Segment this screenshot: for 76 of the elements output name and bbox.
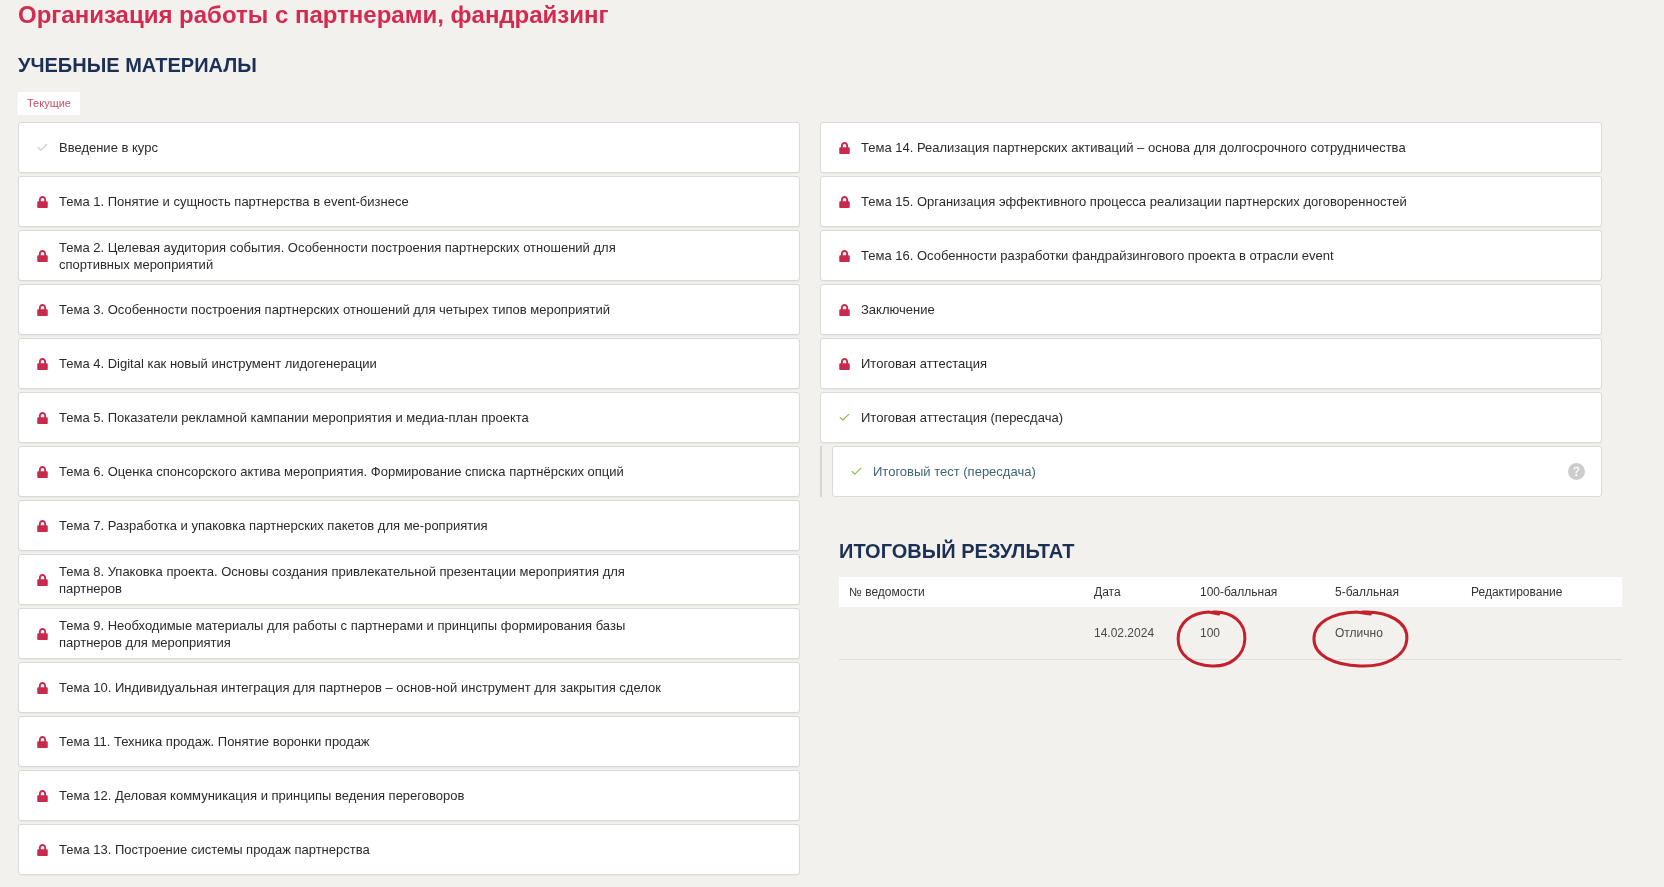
lock-icon (838, 141, 850, 154)
lesson-title: Тема 8. Упаковка проекта. Основы создания привлекательной презентации мероприятия для партнеров (59, 562, 626, 597)
lesson-title: Введение в курс (59, 139, 158, 156)
lesson-card[interactable]: Тема 9. Необходимые материалы для работы с партнерами и принципы формирования базы партнеров для мероприятия (18, 608, 800, 659)
lock-icon (36, 303, 48, 316)
date-cell: 14.02.2024 (1094, 626, 1155, 640)
lesson-card[interactable]: Тема 14. Реализация партнерских активаций – основа для долгосрочного сотрудничества (820, 122, 1602, 173)
lock-icon (36, 627, 48, 640)
lesson-title: Тема 7. Разработка и упаковка партнерских пакетов для ме-роприятия (59, 517, 488, 534)
lesson-card[interactable]: Тема 4. Digital как новый инструмент лидогенерации (18, 338, 800, 389)
lesson-card[interactable]: Тема 5. Показатели рекламной кампании мероприятия и медиа-план проекта (18, 392, 800, 443)
lesson-card[interactable]: Итоговая аттестация (пересдача) (820, 392, 1602, 443)
lesson-title: Итоговая аттестация (пересдача) (861, 409, 1063, 426)
lesson-title: Тема 3. Особенности построения партнерских отношений для четырех типов мероприятий (59, 301, 610, 318)
lesson-card[interactable]: Тема 3. Особенности построения партнерских отношений для четырех типов мероприятий (18, 284, 800, 335)
lock-icon (36, 735, 48, 748)
result-heading: ИТОГОВЫЙ РЕЗУЛЬТАТ (839, 539, 1075, 563)
lesson-title: Тема 11. Техника продаж. Понятие воронки продаж (59, 733, 370, 750)
lock-icon (838, 303, 850, 316)
grade-cell: Отлично (1335, 626, 1383, 640)
lock-icon (838, 357, 850, 370)
lesson-card[interactable]: Тема 13. Построение системы продаж партнерства (18, 824, 800, 875)
lesson-card[interactable]: Итоговая аттестация (820, 338, 1602, 389)
lock-icon (36, 843, 48, 856)
check-icon (35, 141, 49, 154)
lesson-card[interactable]: Тема 10. Индивидуальная интеграция для партнеров – основ-ной инструмент для закрытия сделок (18, 662, 800, 713)
lesson-card[interactable]: Тема 7. Разработка и упаковка партнерских пакетов для ме-роприятия (18, 500, 800, 551)
column-header: № ведомости (849, 584, 925, 600)
lock-icon (36, 519, 48, 532)
help-icon[interactable] (1568, 463, 1585, 480)
lesson-card[interactable]: Тема 11. Техника продаж. Понятие воронки продаж (18, 716, 800, 767)
lesson-title: Тема 13. Построение системы продаж партнерства (59, 841, 370, 858)
lesson-title: Тема 1. Понятие и сущность партнерства в event-бизнесе (59, 193, 409, 210)
column-header: Дата (1094, 584, 1121, 600)
lesson-card[interactable]: Тема 15. Организация эффективного процесса реализации партнерских договоренностей (820, 176, 1602, 227)
lesson-title: Тема 9. Необходимые материалы для работы с партнерами и принципы формирования базы партнеров для мероприятия (59, 616, 627, 651)
score-cell: 100 (1200, 626, 1221, 640)
lock-icon (36, 195, 48, 208)
test-card[interactable]: Итоговый тест (пересдача) (832, 446, 1602, 497)
lesson-title: Итоговая аттестация (861, 355, 987, 372)
column-header: Редактирование (1471, 584, 1563, 600)
lesson-title: Тема 14. Реализация партнерских активаций – основа для долгосрочного сотрудничества (861, 139, 1406, 156)
lesson-title: Тема 6. Оценка спонсорского актива мероприятия. Формирование списка партнёрских опций (59, 463, 624, 480)
test-title: Итоговый тест (пересдача) (873, 463, 1036, 480)
lesson-card[interactable]: Тема 8. Упаковка проекта. Основы создания привлекательной презентации мероприятия для партнеров (18, 554, 800, 605)
lesson-card[interactable]: Тема 1. Понятие и сущность партнерства в event-бизнесе (18, 176, 800, 227)
lesson-title: Тема 12. Деловая коммуникация и принципы ведения переговоров (59, 787, 465, 804)
lock-icon (36, 465, 48, 478)
lesson-card[interactable]: Введение в курс (18, 122, 800, 173)
check-icon (837, 411, 851, 424)
lock-icon (838, 195, 850, 208)
lesson-title: Тема 4. Digital как новый инструмент лидогенерации (59, 355, 377, 372)
lock-icon (36, 249, 48, 262)
lesson-title: Тема 16. Особенности разработки фандрайзингового проекта в отрасли event (861, 247, 1334, 264)
lesson-card[interactable]: Заключение (820, 284, 1602, 335)
lock-icon (36, 357, 48, 370)
lesson-title: Тема 10. Индивидуальная интеграция для партнеров – основ-ной инструмент для закрытия сделок (59, 679, 661, 696)
page-title: Организация работы с партнерами, фандрайзинг (18, 0, 609, 30)
lesson-card[interactable]: Тема 16. Особенности разработки фандрайзингового проекта в отрасли event (820, 230, 1602, 281)
lesson-title: Тема 2. Целевая аудитория события. Особенности построения партнерских отношений для спортивных мероприятий (59, 238, 617, 273)
column-header: 5-балльная (1335, 584, 1399, 600)
check-icon (849, 465, 863, 478)
lock-icon (36, 681, 48, 694)
tab[interactable]: Текущие (18, 92, 80, 115)
lesson-title: Тема 5. Показатели рекламной кампании мероприятия и медиа-план проекта (59, 409, 529, 426)
lock-icon (36, 573, 48, 586)
section-heading: УЧЕБНЫЕ МАТЕРИАЛЫ (18, 53, 257, 77)
column-header: 100-балльная (1200, 584, 1278, 600)
lock-icon (36, 411, 48, 424)
lesson-card[interactable]: Тема 6. Оценка спонсорского актива мероприятия. Формирование списка партнёрских опций (18, 446, 800, 497)
lock-icon (36, 789, 48, 802)
lesson-title: Тема 15. Организация эффективного процесса реализации партнерских договоренностей (861, 193, 1407, 210)
lesson-card[interactable]: Тема 12. Деловая коммуникация и принципы ведения переговоров (18, 770, 800, 821)
lesson-title: Заключение (861, 301, 935, 318)
lock-icon (838, 249, 850, 262)
lesson-card[interactable]: Тема 2. Целевая аудитория события. Особенности построения партнерских отношений для спортивных мероприятий (18, 230, 800, 281)
